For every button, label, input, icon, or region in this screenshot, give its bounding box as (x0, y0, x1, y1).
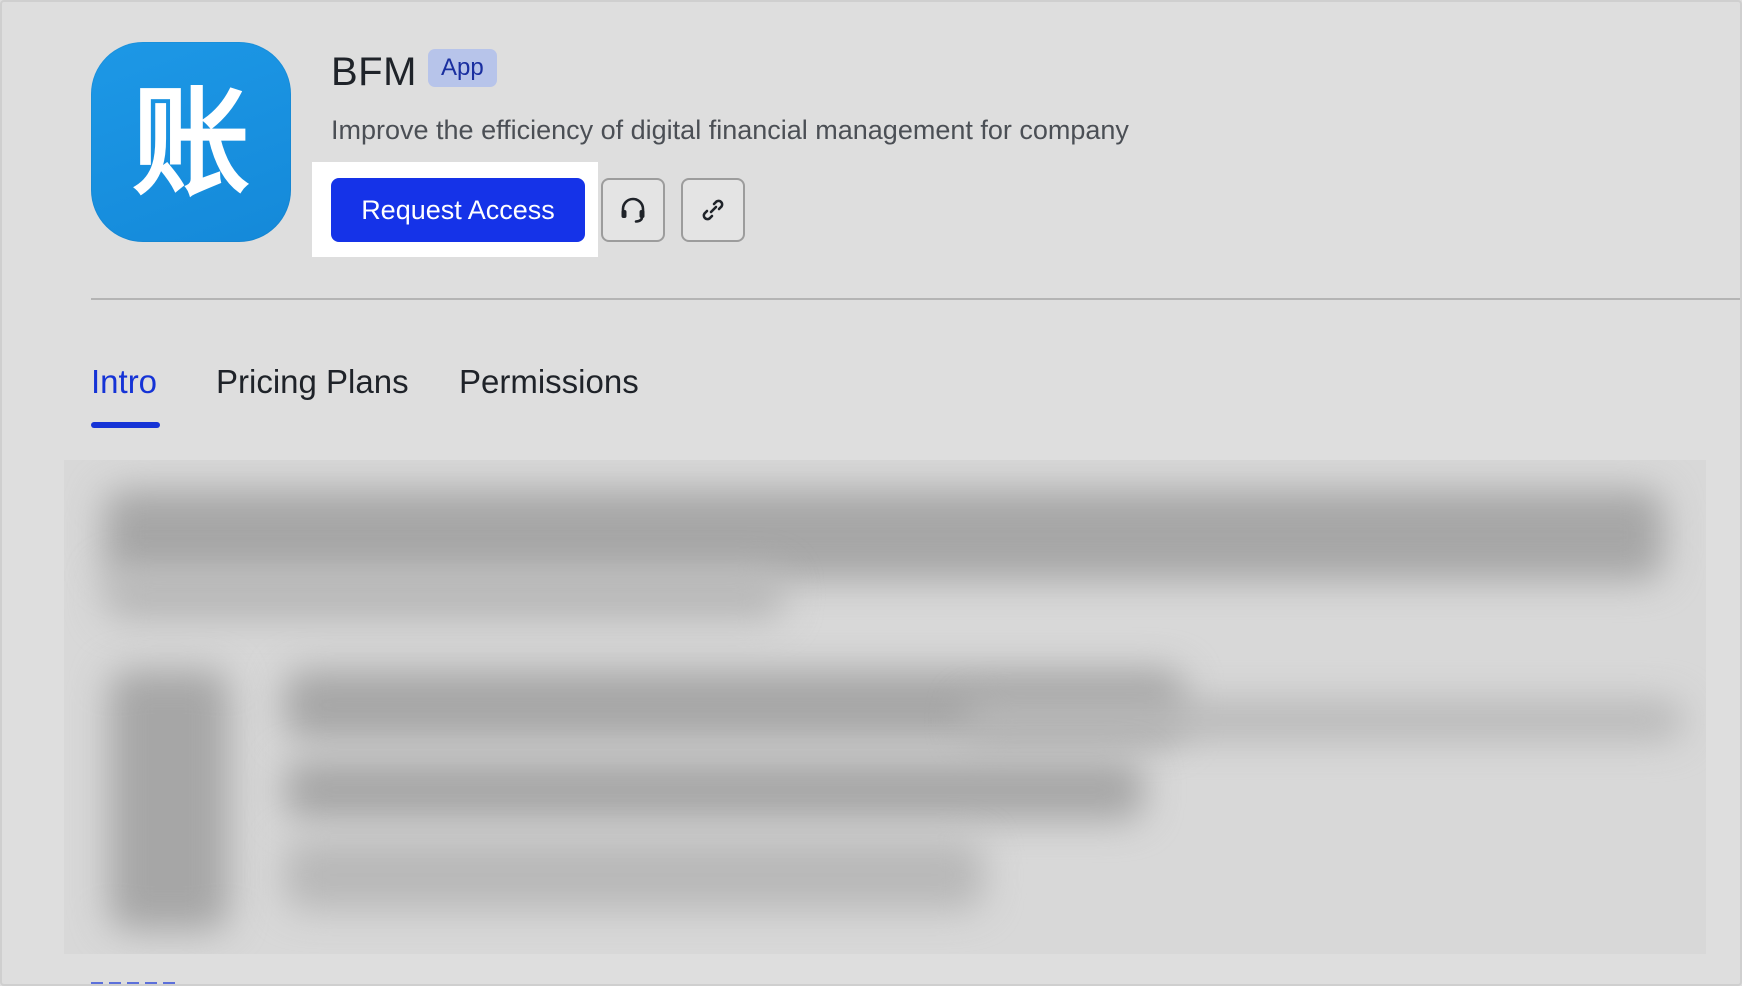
blurred-heading (104, 490, 1664, 580)
copy-link-button[interactable] (681, 178, 745, 242)
tab-intro[interactable]: Intro (91, 360, 157, 404)
app-description: Improve the efficiency of digital financ… (331, 115, 1129, 145)
ledger-app-icon: 账 (91, 42, 291, 242)
headset-icon (618, 195, 648, 225)
intro-content-blurred (64, 460, 1706, 954)
tab-pricing-plans[interactable]: Pricing Plans (216, 360, 409, 404)
blurred-line (284, 760, 1144, 820)
header-divider (91, 298, 1740, 300)
app-type-badge: App (428, 49, 497, 87)
app-detail-page: 账 BFM App Improve the efficiency of digi… (0, 0, 1742, 986)
active-tab-indicator (91, 422, 160, 428)
blurred-line (284, 840, 984, 910)
app-title: BFM (331, 50, 417, 94)
tab-permissions[interactable]: Permissions (459, 360, 639, 404)
blurred-image (109, 670, 229, 930)
contact-support-button[interactable] (601, 178, 665, 242)
blurred-subheading (104, 570, 784, 620)
request-access-button[interactable]: Request Access (331, 178, 585, 242)
view-more-link[interactable] (91, 978, 191, 984)
blurred-line (964, 700, 1684, 740)
app-icon-glyph: 账 (132, 74, 250, 212)
link-icon (698, 195, 728, 225)
